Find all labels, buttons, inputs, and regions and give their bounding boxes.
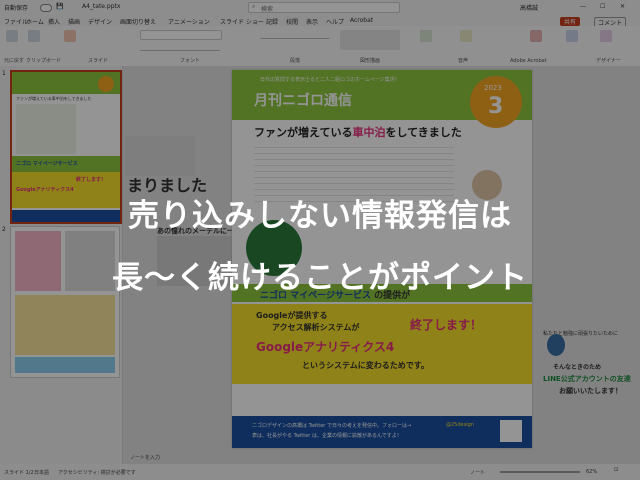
caption-line-2: 長〜く続けることがポイント <box>112 260 528 296</box>
caption-line-1: 売り込みしない情報発信は <box>128 198 512 234</box>
dark-overlay <box>0 0 640 480</box>
